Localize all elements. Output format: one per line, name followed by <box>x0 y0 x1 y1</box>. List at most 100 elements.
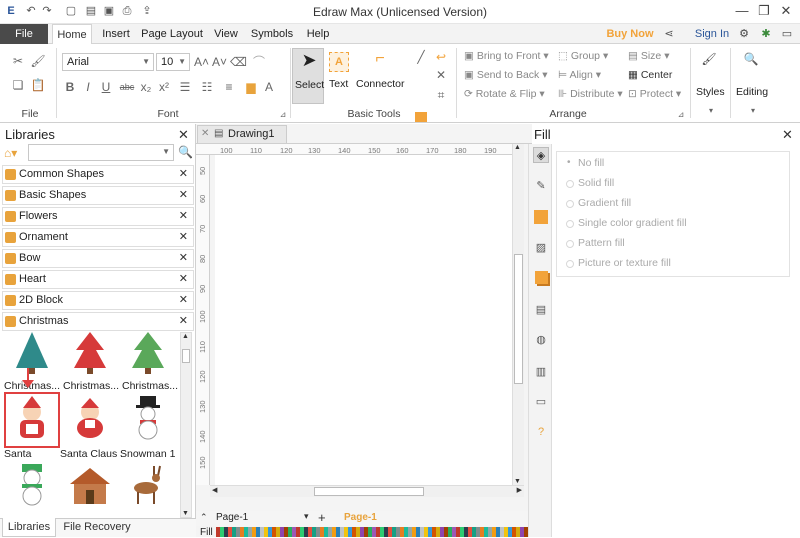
settings-gear-icon[interactable]: ⚙ <box>734 24 754 44</box>
align-text-icon[interactable]: ≡ <box>220 80 238 94</box>
ribbon-collapse-icon[interactable]: ▭ <box>778 24 796 44</box>
minimize-icon[interactable]: — <box>732 2 752 20</box>
align-button[interactable]: ⊨ Align ▾ <box>558 69 601 81</box>
library-flowers[interactable]: Flowers ✕ <box>2 207 194 226</box>
strikethrough-icon[interactable]: abc <box>118 80 136 94</box>
size-button[interactable]: ▤ Size ▾ <box>628 50 669 62</box>
menu-symbols[interactable]: Symbols <box>248 24 296 44</box>
editing-dropdown-icon[interactable]: ▾ <box>748 104 758 118</box>
library-christmas[interactable]: Christmas ✕ <box>2 312 194 331</box>
page-icon[interactable]: ▤ <box>533 302 549 318</box>
close-libraries-icon[interactable]: ✕ <box>178 127 189 143</box>
library-home-icon[interactable]: ⌂▾ <box>4 146 24 160</box>
library-bow[interactable]: Bow ✕ <box>2 249 194 268</box>
close-fill-panel-icon[interactable]: ✕ <box>782 127 793 143</box>
select-tool-button[interactable]: ➤ Select <box>292 48 324 104</box>
paste-icon[interactable]: 📋 <box>30 78 46 92</box>
library-heart[interactable]: Heart ✕ <box>2 270 194 289</box>
close-library-icon[interactable]: ✕ <box>179 292 188 309</box>
menu-help[interactable]: Help <box>300 24 336 44</box>
snowman-shape[interactable] <box>128 394 168 440</box>
fill-option-gradient[interactable]: Gradient fill <box>578 197 631 209</box>
close-library-icon[interactable]: ✕ <box>179 208 188 225</box>
canvas-horizontal-scrollbar[interactable]: ◀ ▶ <box>210 485 524 497</box>
copy-icon[interactable]: ❏ <box>10 78 26 92</box>
christmas-house-shape[interactable] <box>68 466 112 506</box>
close-library-icon[interactable]: ✕ <box>179 229 188 246</box>
close-library-icon[interactable]: ✕ <box>179 187 188 204</box>
library-2d-block[interactable]: 2D Block ✕ <box>2 291 194 310</box>
fill-option-no-fill[interactable]: No fill <box>578 157 604 169</box>
bold-icon[interactable]: B <box>64 80 76 94</box>
center-button[interactable]: ▦ Center <box>628 69 672 81</box>
protect-button[interactable]: ⊡ Protect ▾ <box>628 88 681 100</box>
tab-libraries[interactable]: Libraries <box>2 518 56 537</box>
distribute-button[interactable]: ⊪ Distribute ▾ <box>558 88 623 100</box>
radio[interactable] <box>566 180 574 188</box>
santa-claus-shape[interactable] <box>68 396 112 440</box>
decrease-font-icon[interactable]: A˅ <box>212 55 227 69</box>
menu-file[interactable]: File <box>0 24 48 44</box>
subscript-icon[interactable]: x₂ <box>140 80 152 94</box>
crop-tool-icon[interactable]: ⌗ <box>434 88 448 102</box>
bring-to-front-button[interactable]: ▣ Bring to Front ▾ <box>464 50 549 62</box>
fill-option-picture-texture[interactable]: Picture or texture fill <box>578 257 671 269</box>
menu-page-layout[interactable]: Page Layout <box>140 24 204 44</box>
library-basic-shapes[interactable]: Basic Shapes ✕ <box>2 186 194 205</box>
font-color-icon[interactable]: ▆ <box>244 80 258 94</box>
close-window-icon[interactable]: ✕ <box>776 2 796 20</box>
shadow-icon[interactable] <box>534 210 548 224</box>
library-ornament[interactable]: Ornament ✕ <box>2 228 194 247</box>
christmas-tree-red-shape[interactable] <box>72 330 108 374</box>
styles-button[interactable]: Styles <box>696 86 725 98</box>
editing-button[interactable]: Editing <box>736 86 768 98</box>
layers-icon[interactable] <box>535 271 548 284</box>
clear-format-icon[interactable]: ⌫ <box>230 55 247 69</box>
share-icon[interactable]: ⋖ <box>662 24 676 44</box>
image-icon[interactable]: ▨ <box>533 240 549 256</box>
page-tab[interactable]: Page-1 <box>344 512 377 523</box>
italic-icon[interactable]: I <box>82 80 94 94</box>
document-properties-icon[interactable]: ▥ <box>533 364 549 380</box>
cross-tool-icon[interactable]: ✕ <box>434 68 448 82</box>
page-dropdown-icon[interactable]: ▾ <box>304 511 309 522</box>
library-scrollbar[interactable]: ▲ ▼ <box>180 332 192 518</box>
styles-dropdown-icon[interactable]: ▾ <box>706 104 716 118</box>
font-name-select[interactable]: Arial ▼ <box>62 53 154 71</box>
line-tool-icon[interactable]: ╱ <box>414 50 428 64</box>
fill-option-single-color-gradient[interactable]: Single color gradient fill <box>578 217 687 229</box>
rotate-flip-button[interactable]: ⟳ Rotate & Flip ▾ <box>464 88 545 100</box>
group-button[interactable]: ⬚ Group ▾ <box>558 50 608 62</box>
christmas-tree-teal-shape[interactable] <box>14 330 50 374</box>
superscript-icon[interactable]: x² <box>158 80 170 94</box>
menu-insert[interactable]: Insert <box>96 24 136 44</box>
help-icon[interactable]: ? <box>533 424 549 440</box>
radio[interactable] <box>566 240 574 248</box>
bullets-icon[interactable]: ☷ <box>198 80 216 94</box>
buy-now-button[interactable]: Buy Now <box>604 24 656 44</box>
canvas-vertical-scrollbar[interactable]: ▲ ▼ <box>512 144 524 485</box>
sign-in-button[interactable]: Sign In <box>692 24 732 44</box>
menu-view[interactable]: View <box>208 24 244 44</box>
connector-tool-button[interactable]: ⌐ Connector <box>354 48 404 104</box>
radio[interactable] <box>566 260 574 268</box>
snowman-green-shape[interactable] <box>14 462 50 506</box>
page-selector[interactable]: Page-1 <box>216 512 248 523</box>
font-size-select[interactable]: 10 ▼ <box>156 53 190 71</box>
close-tab-icon[interactable]: ✕ <box>201 128 209 139</box>
library-search-input[interactable]: ▼ <box>28 144 174 161</box>
close-library-icon[interactable]: ✕ <box>179 313 188 330</box>
christmas-tree-green-shape[interactable] <box>130 330 166 374</box>
arrange-dialog-launcher-icon[interactable]: ⊿ <box>676 108 686 122</box>
font-dialog-launcher-icon[interactable]: ⊿ <box>278 108 288 122</box>
reindeer-shape[interactable] <box>128 464 168 506</box>
document-tab[interactable]: ✕ ▤ Drawing1 <box>197 125 287 143</box>
globe-icon[interactable]: ◍ <box>533 332 549 348</box>
santa-shape-selected[interactable] <box>4 392 60 448</box>
highlight-icon[interactable]: ⌒ <box>252 55 266 69</box>
page-nav-up-icon[interactable]: ⌃ <box>200 512 208 523</box>
library-common-shapes[interactable]: Common Shapes ✕ <box>2 165 194 184</box>
text-tool-button[interactable]: A Text <box>326 48 352 104</box>
library-search-icon[interactable]: 🔍 <box>178 145 193 159</box>
close-library-icon[interactable]: ✕ <box>179 271 188 288</box>
